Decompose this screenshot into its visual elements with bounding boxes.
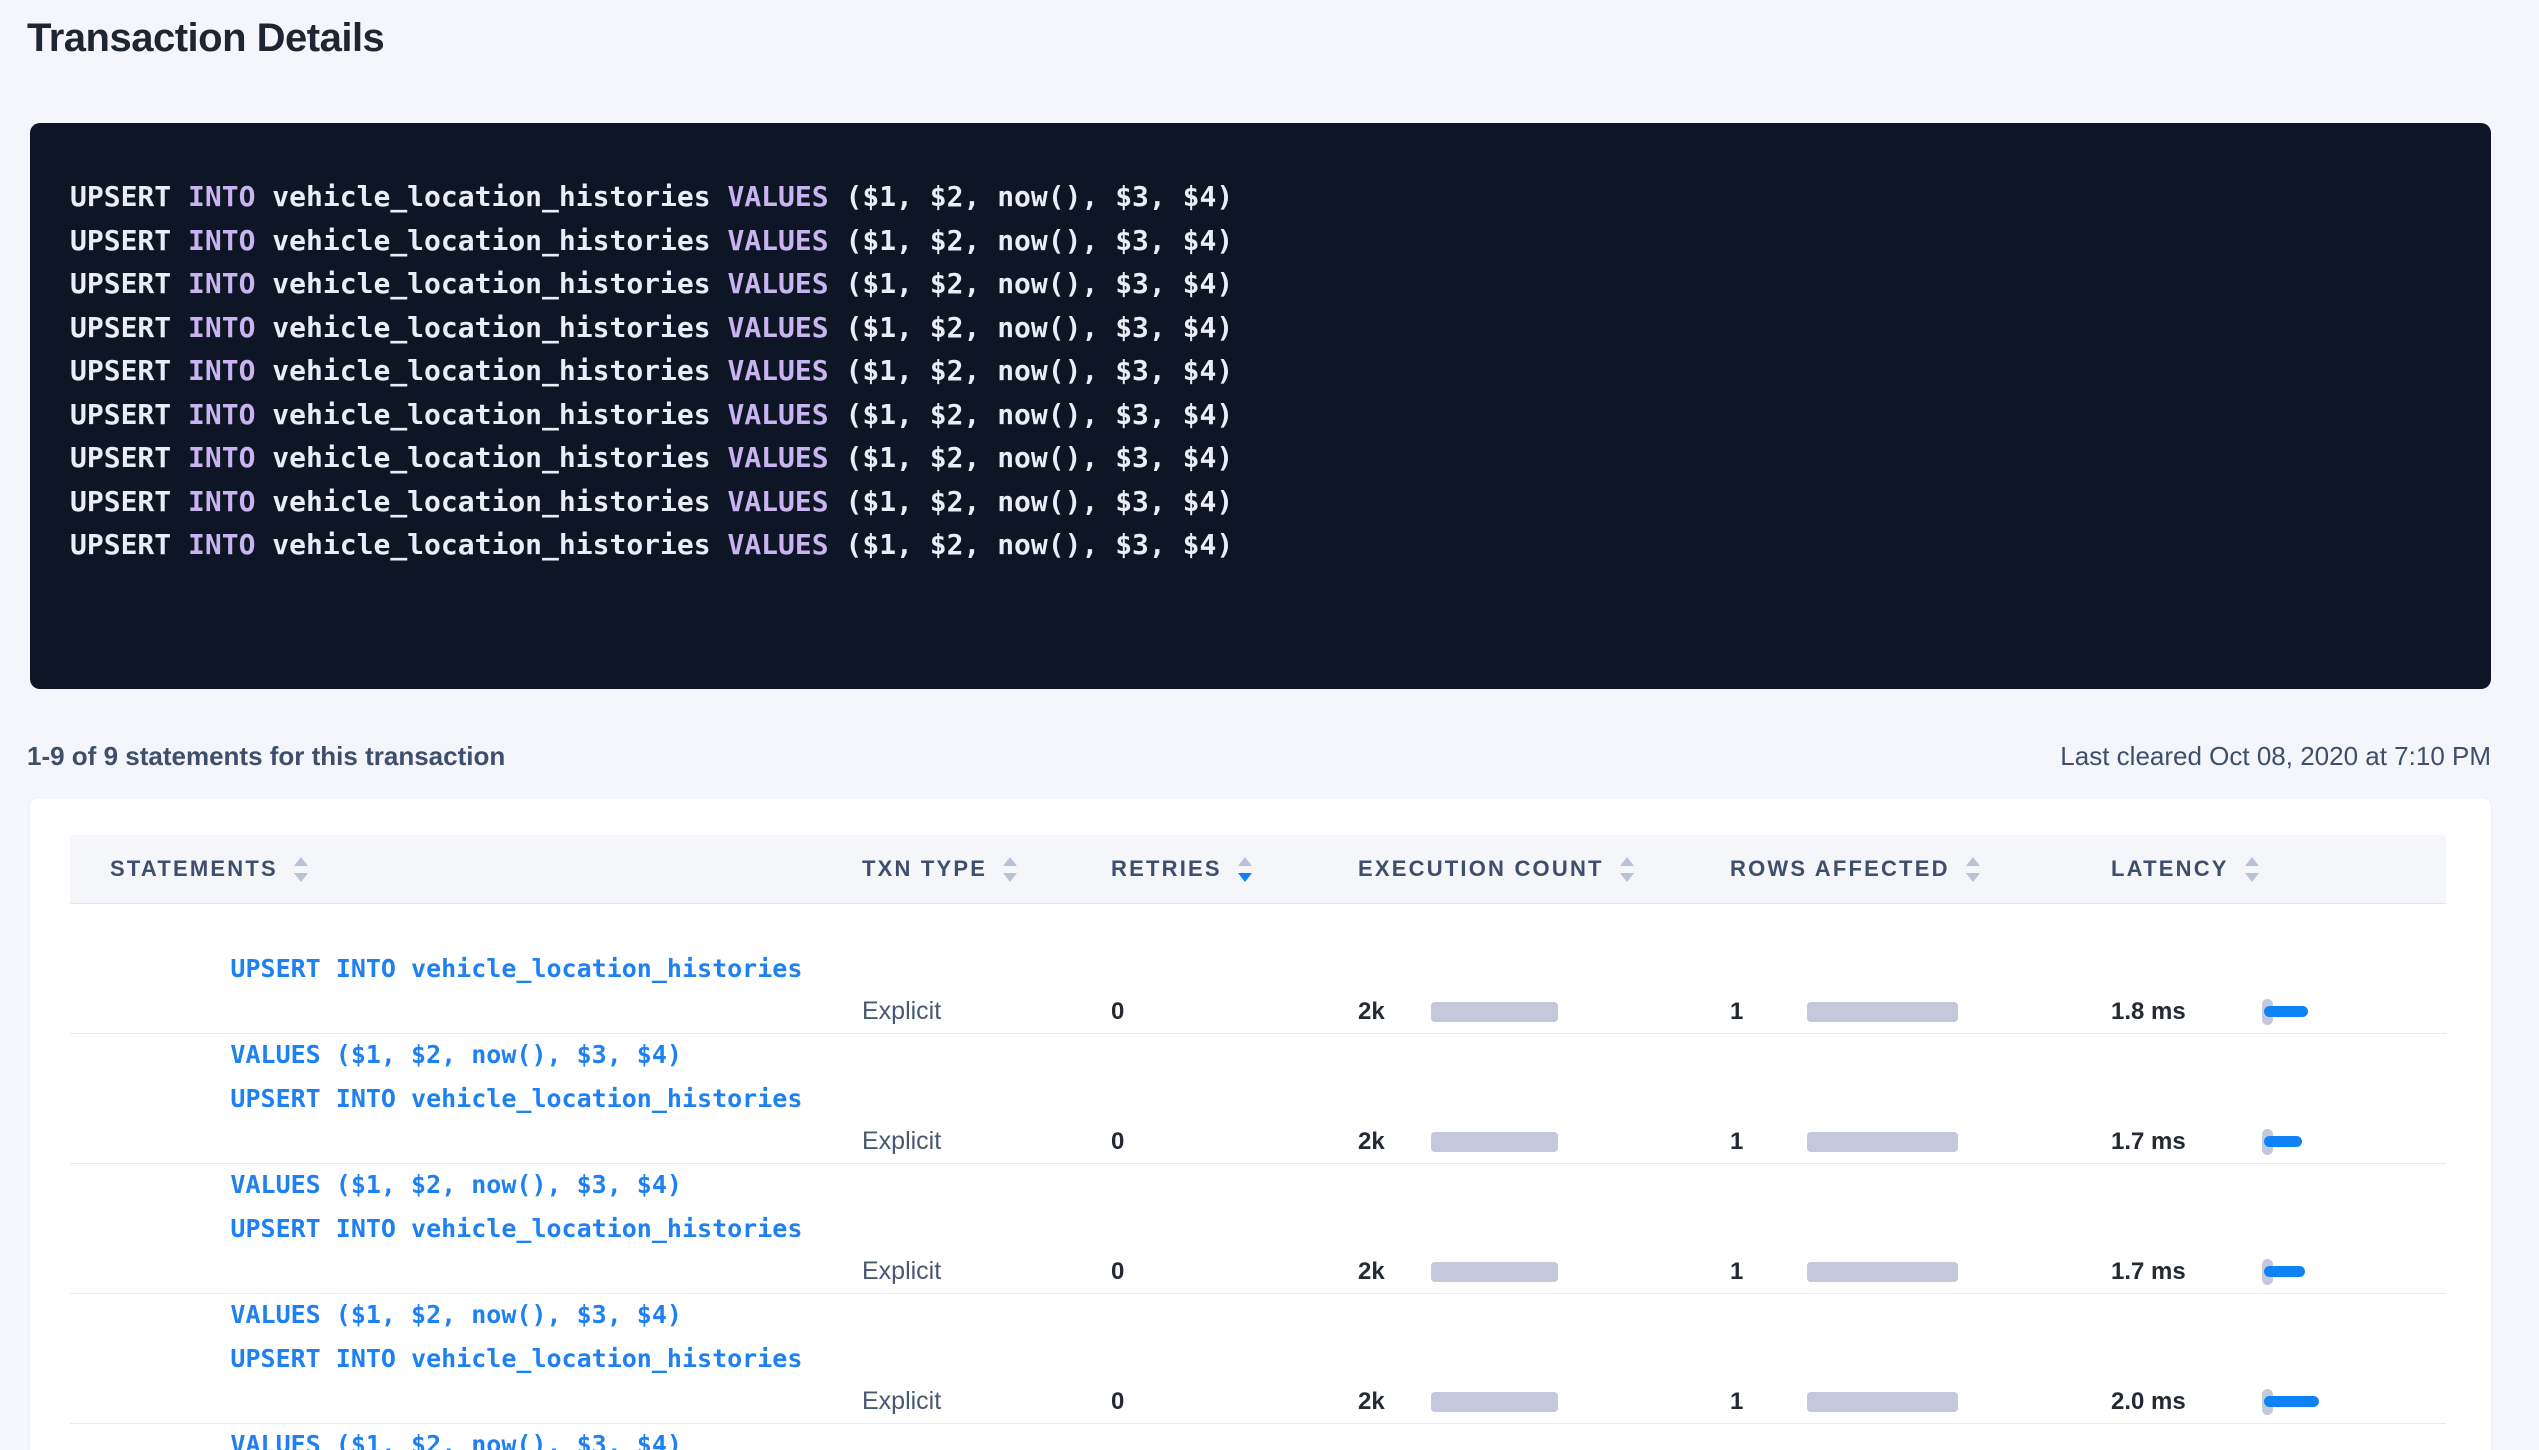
statements-count-text: 1-9 of 9 statements for this transaction: [27, 741, 505, 772]
sort-arrows-icon: [1620, 857, 1634, 882]
execution-count-bar: [1431, 1262, 1558, 1282]
rows-affected-bar: [1807, 1392, 1958, 1412]
column-header-statements[interactable]: STATEMENTS: [70, 856, 822, 882]
sql-code-line: UPSERT INTO vehicle_location_histories V…: [70, 523, 2449, 567]
sort-down-icon: [1620, 873, 1634, 882]
sort-up-icon: [2245, 857, 2259, 866]
execution-count-bar: [1431, 1132, 1558, 1152]
sql-code-line: UPSERT INTO vehicle_location_histories V…: [70, 349, 2449, 393]
latency-bar-chart: [2262, 1389, 2319, 1415]
rows-affected-cell: 1: [1690, 1258, 2071, 1286]
sql-code-line: UPSERT INTO vehicle_location_histories V…: [70, 393, 2449, 437]
retries-cell: 0: [1071, 1388, 1318, 1416]
latency-bar-chart: [2262, 1129, 2302, 1155]
statements-table-card: STATEMENTS TXN TYPE RETRIES EXECUTION CO…: [30, 798, 2491, 1450]
sort-arrows-icon: [1966, 857, 1980, 882]
execution-count-cell: 2k: [1318, 1258, 1690, 1286]
sort-down-icon: [1966, 873, 1980, 882]
execution-count-bar: [1431, 1392, 1558, 1412]
rows-affected-bar: [1807, 1132, 1958, 1152]
execution-count-cell: 2k: [1318, 1128, 1690, 1156]
latency-cell: 1.8 ms: [2071, 998, 2446, 1026]
sql-code-line: UPSERT INTO vehicle_location_histories V…: [70, 219, 2449, 263]
latency-cell: 1.7 ms: [2071, 1258, 2446, 1286]
column-header-execution-count[interactable]: EXECUTION COUNT: [1318, 856, 1690, 882]
latency-cell: 2.0 ms: [2071, 1388, 2446, 1416]
latency-bar-chart: [2262, 999, 2308, 1025]
latency-bar: [2264, 1266, 2305, 1277]
column-header-label: EXECUTION COUNT: [1358, 856, 1604, 882]
table-row: UPSERT INTO vehicle_location_histories V…: [70, 1164, 2446, 1294]
transaction-sql-box: UPSERT INTO vehicle_location_histories V…: [30, 123, 2491, 689]
rows-affected-cell: 1: [1690, 998, 2071, 1026]
sort-arrows-icon: [1238, 857, 1252, 882]
column-header-label: STATEMENTS: [110, 856, 278, 882]
sort-arrows-icon: [2245, 857, 2259, 882]
txn-type-cell: Explicit: [822, 997, 1071, 1026]
txn-type-cell: Explicit: [822, 1257, 1071, 1286]
sql-code-line: UPSERT INTO vehicle_location_histories V…: [70, 306, 2449, 350]
latency-bar: [2264, 1136, 2302, 1147]
rows-affected-bar: [1807, 1002, 1958, 1022]
latency-bar: [2264, 1396, 2319, 1407]
latency-bar-chart: [2262, 1259, 2305, 1285]
column-header-latency[interactable]: LATENCY: [2071, 856, 2446, 882]
txn-type-cell: Explicit: [822, 1127, 1071, 1156]
last-cleared-text: Last cleared Oct 08, 2020 at 7:10 PM: [2060, 741, 2491, 772]
rows-affected-bar: [1807, 1262, 1958, 1282]
column-header-rows-affected[interactable]: ROWS AFFECTED: [1690, 856, 2071, 882]
table-row: UPSERT INTO vehicle_location_histories V…: [70, 1034, 2446, 1164]
sort-down-icon: [1238, 873, 1252, 882]
sort-down-icon: [2245, 873, 2259, 882]
table-row: UPSERT INTO vehicle_location_histories V…: [70, 904, 2446, 1034]
rows-affected-cell: 1: [1690, 1388, 2071, 1416]
latency-bar: [2264, 1006, 2308, 1017]
sort-arrows-icon: [1003, 857, 1017, 882]
txn-type-cell: Explicit: [822, 1387, 1071, 1416]
execution-count-bar: [1431, 1002, 1558, 1022]
sort-up-icon: [1620, 857, 1634, 866]
column-header-label: RETRIES: [1111, 856, 1222, 882]
table-body: UPSERT INTO vehicle_location_histories V…: [70, 904, 2446, 1424]
column-header-txn-type[interactable]: TXN TYPE: [822, 856, 1071, 882]
sort-up-icon: [1003, 857, 1017, 866]
sort-arrows-icon: [294, 857, 308, 882]
sql-code-line: UPSERT INTO vehicle_location_histories V…: [70, 480, 2449, 524]
sort-up-icon: [1238, 857, 1252, 866]
sql-code-line: UPSERT INTO vehicle_location_histories V…: [70, 436, 2449, 480]
execution-count-cell: 2k: [1318, 1388, 1690, 1416]
column-header-label: ROWS AFFECTED: [1730, 856, 1950, 882]
column-header-retries[interactable]: RETRIES: [1071, 856, 1318, 882]
sort-down-icon: [294, 873, 308, 882]
summary-bar: 1-9 of 9 statements for this transaction…: [27, 741, 2491, 772]
execution-count-cell: 2k: [1318, 998, 1690, 1026]
table-row: UPSERT INTO vehicle_location_histories V…: [70, 1294, 2446, 1424]
retries-cell: 0: [1071, 1258, 1318, 1286]
latency-cell: 1.7 ms: [2071, 1128, 2446, 1156]
sort-up-icon: [1966, 857, 1980, 866]
sql-code-line: UPSERT INTO vehicle_location_histories V…: [70, 175, 2449, 219]
sort-up-icon: [294, 857, 308, 866]
retries-cell: 0: [1071, 998, 1318, 1026]
sort-down-icon: [1003, 873, 1017, 882]
table-header-row: STATEMENTS TXN TYPE RETRIES EXECUTION CO…: [70, 835, 2446, 904]
statement-cell: UPSERT INTO vehicle_location_histories V…: [70, 1294, 822, 1450]
page-title: Transaction Details: [27, 16, 2539, 61]
retries-cell: 0: [1071, 1128, 1318, 1156]
statement-link[interactable]: UPSERT INTO vehicle_location_histories V…: [110, 1294, 802, 1450]
sql-code-line: UPSERT INTO vehicle_location_histories V…: [70, 262, 2449, 306]
column-header-label: TXN TYPE: [862, 856, 987, 882]
column-header-label: LATENCY: [2111, 856, 2229, 882]
rows-affected-cell: 1: [1690, 1128, 2071, 1156]
